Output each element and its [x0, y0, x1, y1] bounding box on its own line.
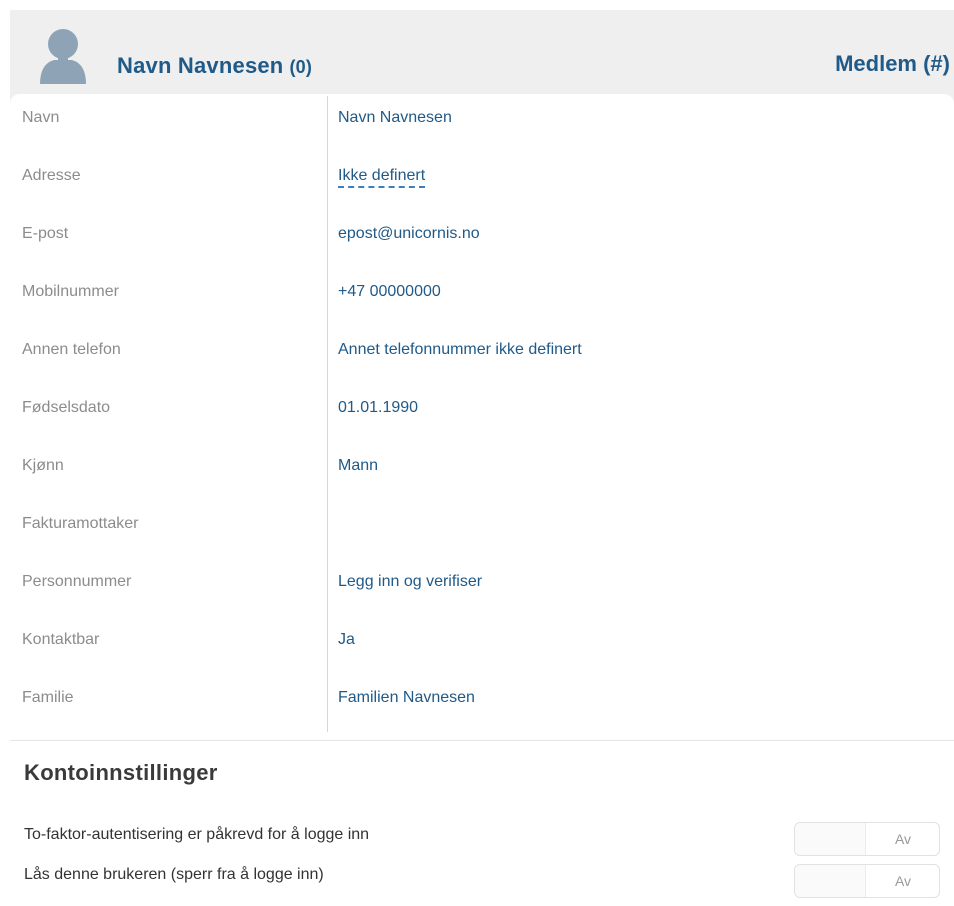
- toggle-state-label: Av: [894, 831, 912, 847]
- account-settings-title: Kontoinnstillinger: [24, 760, 218, 785]
- profile-count: (0): [289, 57, 313, 77]
- two-factor-toggle[interactable]: Av: [794, 822, 940, 856]
- field-row-family: Familie Familien Navnesen: [10, 674, 954, 732]
- field-row-birthdate: Fødselsdato 01.01.1990: [10, 384, 954, 442]
- field-label: Personnummer: [22, 573, 132, 590]
- profile-name-text: Navn Navnesen: [117, 53, 284, 78]
- toggle-state-label: Av: [894, 873, 912, 889]
- field-label: Fakturamottaker: [22, 515, 139, 532]
- profile-panel: Navn Navnesen (0) Medlem (#) Navn Navn Na…: [10, 10, 954, 906]
- profile-details-card: Navn Navn Navnesen Adresse Ikke definert…: [10, 94, 954, 906]
- field-row-address: Adresse Ikke definert: [10, 152, 954, 210]
- field-row-personal-number: Personnummer Legg inn og verifiser: [10, 558, 954, 616]
- field-value-personal-number[interactable]: Legg inn og verifiser: [338, 573, 482, 591]
- field-value-gender[interactable]: Mann: [338, 457, 378, 475]
- user-avatar-icon: [40, 29, 86, 84]
- field-row-other-phone: Annen telefon Annet telefonnummer ikke d…: [10, 326, 954, 384]
- field-row-invoice-recipient: Fakturamottaker: [10, 500, 954, 558]
- field-row-mobile: Mobilnummer +47 00000000: [10, 268, 954, 326]
- field-label: Annen telefon: [22, 341, 121, 358]
- field-label: Mobilnummer: [22, 283, 119, 300]
- profile-name: Navn Navnesen (0): [117, 53, 312, 79]
- toggle-knob[interactable]: [795, 865, 866, 897]
- profile-header: Navn Navnesen (0) Medlem (#): [10, 10, 954, 94]
- field-value-address[interactable]: Ikke definert: [338, 167, 426, 188]
- field-value-mobile[interactable]: +47 00000000: [338, 283, 441, 301]
- field-row-contactable: Kontaktbar Ja: [10, 616, 954, 674]
- field-label: Kjønn: [22, 457, 64, 474]
- field-label: E-post: [22, 225, 69, 242]
- field-row-gender: Kjønn Mann: [10, 442, 954, 500]
- field-row-name: Navn Navn Navnesen: [10, 94, 954, 152]
- field-row-email: E-post epost@unicornis.no: [10, 210, 954, 268]
- field-label: Navn: [22, 109, 60, 126]
- field-label: Familie: [22, 689, 74, 706]
- field-value-family[interactable]: Familien Navnesen: [338, 689, 475, 707]
- field-label: Fødselsdato: [22, 399, 111, 416]
- field-value-name[interactable]: Navn Navnesen: [338, 109, 452, 127]
- section-divider: [10, 740, 954, 741]
- membership-role: Medlem (#): [835, 51, 950, 76]
- setting-label-two-factor: To-faktor-autentisering er påkrevd for å…: [24, 826, 370, 843]
- setting-label-lock-user: Lås denne brukeren (sperr fra å logge in…: [24, 866, 324, 883]
- field-value-other-phone[interactable]: Annet telefonnummer ikke definert: [338, 341, 582, 359]
- field-label: Kontaktbar: [22, 631, 100, 648]
- field-value-birthdate[interactable]: 01.01.1990: [338, 399, 418, 417]
- field-value-contactable[interactable]: Ja: [338, 631, 355, 649]
- field-label: Adresse: [22, 167, 81, 184]
- field-value-email[interactable]: epost@unicornis.no: [338, 225, 480, 243]
- toggle-knob[interactable]: [795, 823, 866, 855]
- lock-user-toggle[interactable]: Av: [794, 864, 940, 898]
